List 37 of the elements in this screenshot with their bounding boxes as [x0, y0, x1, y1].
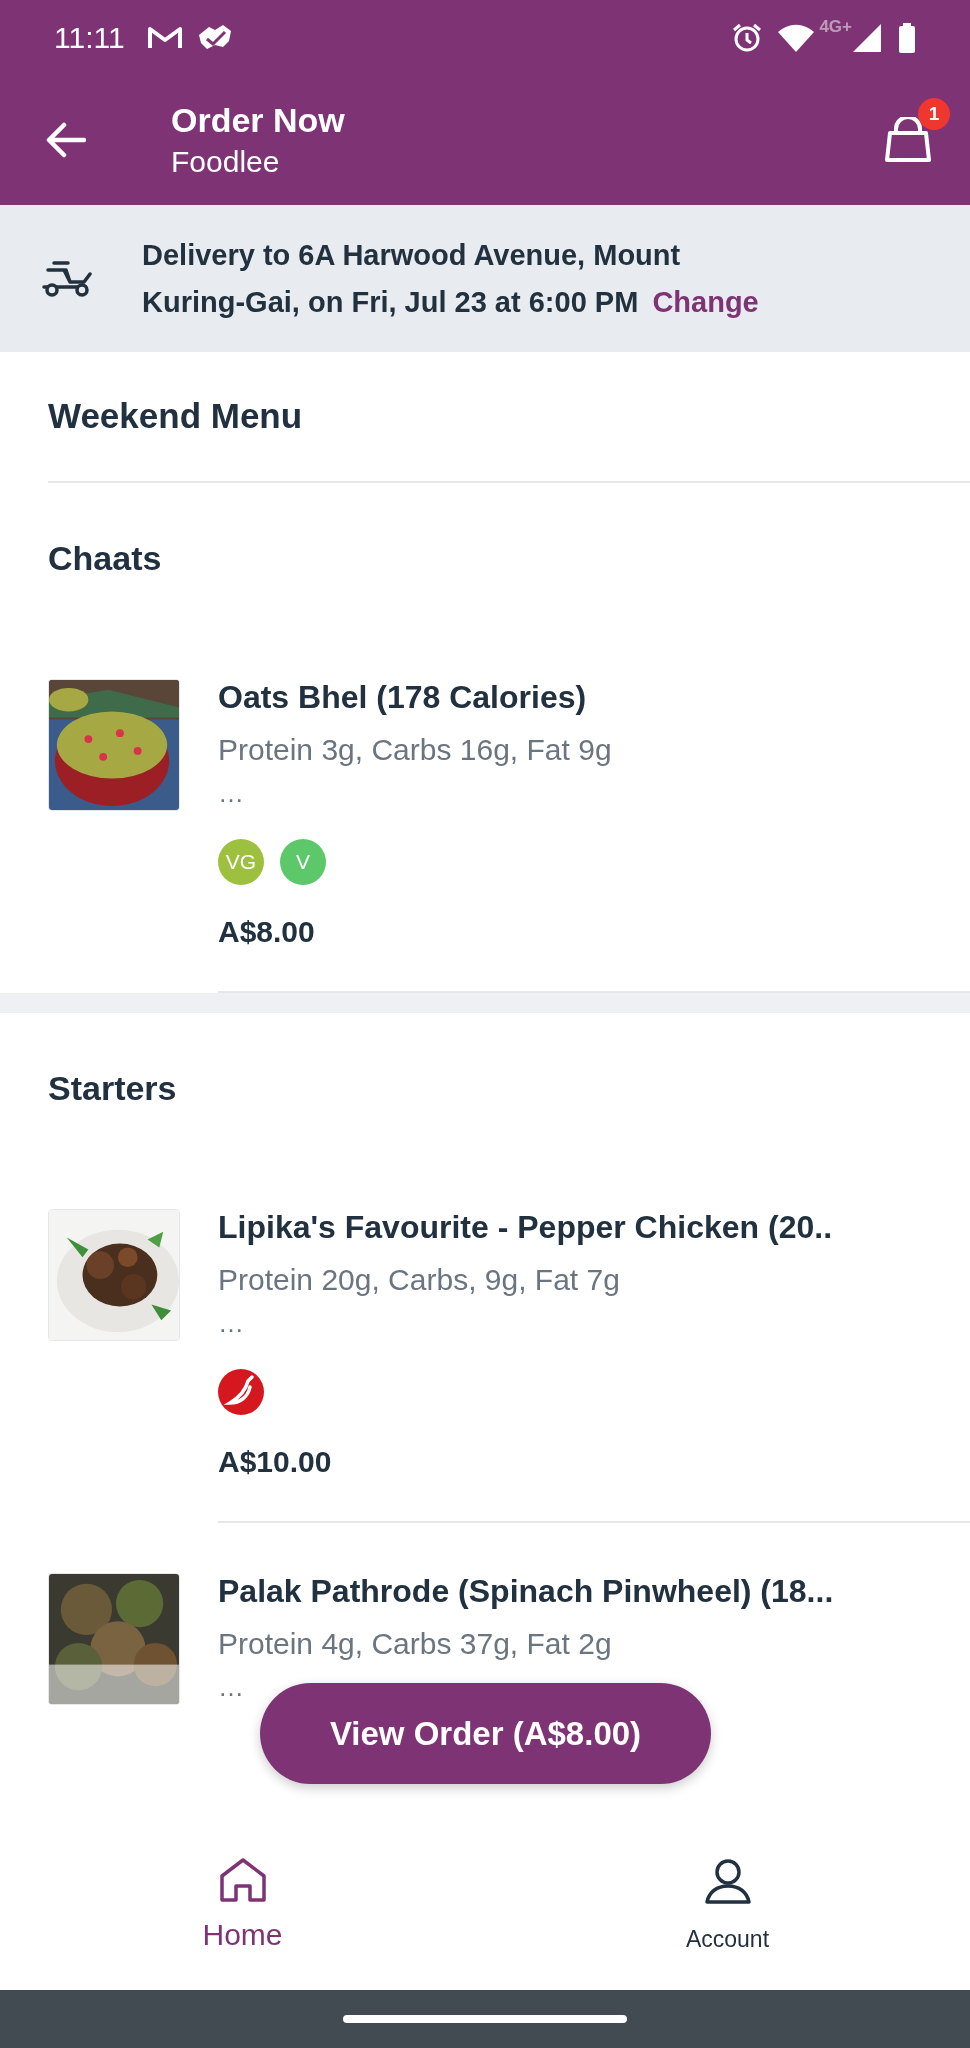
alarm-icon	[731, 21, 764, 54]
change-link[interactable]: Change	[652, 285, 759, 318]
home-icon	[217, 1856, 268, 1904]
item-macros: Protein 20g, Carbs, 9g, Fat 7g	[218, 1262, 621, 1298]
item-name: Palak Pathrode (Spinach Pinwheel) (18...	[218, 1573, 835, 1609]
mail-icon	[146, 24, 183, 51]
page-title: Order Now	[171, 100, 345, 141]
shopping-bag-icon	[884, 117, 932, 163]
restaurant-name: Foodlee	[171, 144, 281, 180]
account-icon	[702, 1856, 753, 1906]
more-indicator: …	[218, 1313, 245, 1340]
item-macros: Protein 4g, Carbs 37g, Fat 2g	[218, 1626, 613, 1662]
network-type: 4G+	[819, 16, 852, 38]
wifi-icon	[777, 22, 816, 53]
cart-button[interactable]: 1	[866, 98, 950, 182]
section-title: Starters	[48, 1067, 177, 1109]
item-price: A$10.00	[218, 1445, 333, 1479]
item-macros: Protein 3g, Carbs 16g, Fat 9g	[218, 732, 613, 768]
nav-tab[interactable]: Home	[0, 1840, 485, 1990]
status-time: 11:11	[54, 20, 125, 56]
more-indicator: …	[218, 1677, 245, 1704]
view-order-button[interactable]: View Order (A$8.00)	[260, 1683, 711, 1784]
nav-tab[interactable]: Account	[485, 1840, 970, 1990]
section-title: Chaats	[48, 537, 162, 579]
signal-icon	[852, 22, 882, 53]
scooter-icon	[40, 258, 92, 299]
item-name: Lipika's Favourite - Pepper Chicken (20..	[218, 1209, 833, 1245]
item-name: Oats Bhel (178 Calories)	[218, 679, 588, 715]
menu-title: Weekend Menu	[48, 395, 303, 438]
diet-badge: VG	[218, 839, 264, 885]
back-arrow-icon	[46, 122, 86, 158]
diet-badge: V	[280, 839, 326, 885]
item-price: A$8.00	[218, 915, 316, 949]
cart-count-badge: 1	[918, 98, 950, 130]
battery-icon	[898, 22, 916, 53]
delivery-info: Delivery to 6A Harwood Avenue, Mount Kuring-Gai, on Fri, Jul 23 at 6:00 PM Change	[142, 237, 760, 320]
more-indicator: …	[218, 783, 245, 810]
